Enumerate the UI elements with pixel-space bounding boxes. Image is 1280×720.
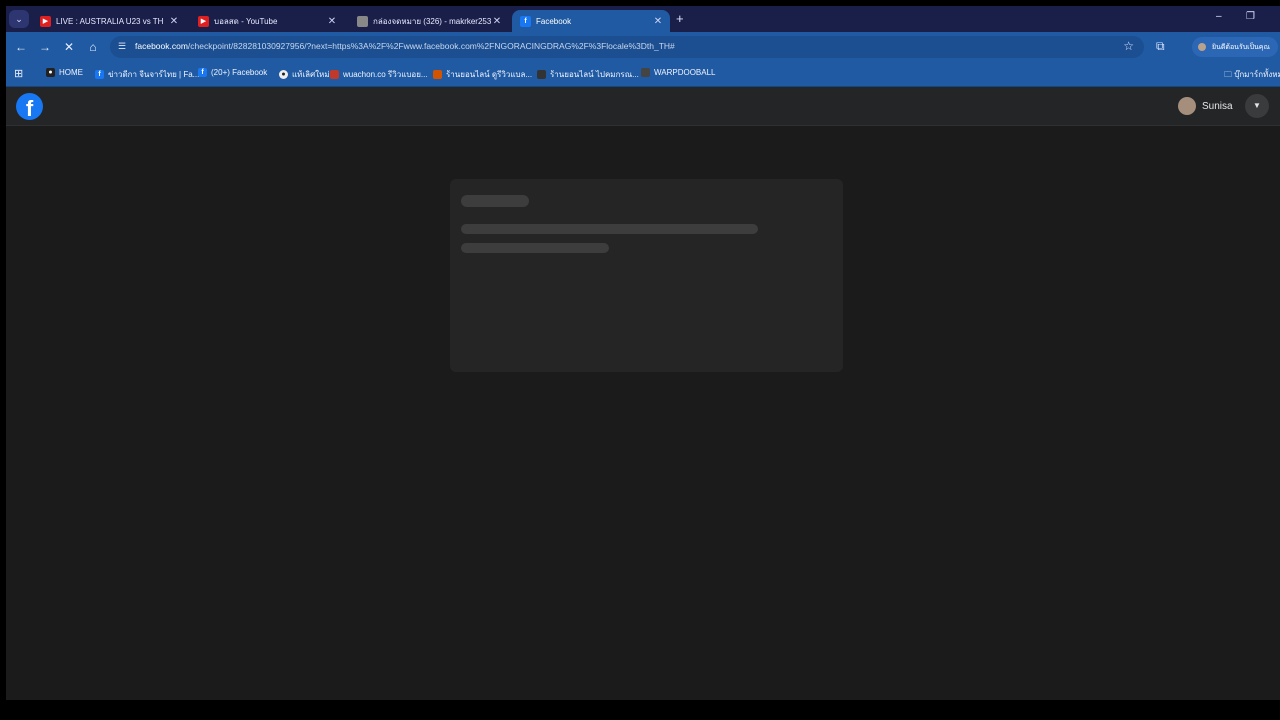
site-icon: ● bbox=[46, 68, 55, 77]
mail-icon bbox=[357, 15, 368, 27]
account-menu-button[interactable]: ▼ bbox=[1245, 94, 1269, 118]
tab-youtube[interactable]: ▶ บอลสด - YouTube ✕ bbox=[190, 10, 344, 32]
tab-title: Facebook bbox=[536, 16, 572, 26]
folder-icon: 🗀 bbox=[1224, 70, 1235, 79]
tab-strip: ⌄ ▶ LIVE : AUSTRALIA U23 vs TH ✕ ▶ บอลสด… bbox=[6, 6, 1280, 32]
site-icon bbox=[641, 68, 650, 77]
user-profile-link[interactable]: Sunisa bbox=[1178, 97, 1233, 115]
bookmark-star-icon[interactable]: ☆ bbox=[1123, 39, 1134, 53]
bookmark-item[interactable]: ร้านยอนไลน์ ไปคมกรณ... bbox=[537, 68, 639, 81]
tab-title: กล่องจดหมาย (326) - makrker253 bbox=[373, 16, 491, 26]
bookmark-item[interactable]: f (20+) Facebook bbox=[198, 68, 267, 77]
minimize-button[interactable]: – bbox=[1216, 11, 1222, 22]
browser-window: ⌄ ▶ LIVE : AUSTRALIA U23 vs TH ✕ ▶ บอลสด… bbox=[6, 6, 1280, 700]
profile-label: ยินดีต้อนรับเป็นคุณ bbox=[1212, 43, 1270, 51]
tab-search-button[interactable]: ⌄ bbox=[9, 10, 29, 28]
home-button[interactable]: ⌂ bbox=[85, 39, 101, 55]
url-text[interactable]: facebook.com/checkpoint/828281030927956/… bbox=[135, 41, 675, 51]
new-tab-button[interactable]: + bbox=[676, 11, 684, 26]
skeleton-title bbox=[461, 195, 529, 207]
close-icon[interactable]: ✕ bbox=[326, 16, 338, 27]
site-icon bbox=[537, 70, 546, 79]
facebook-header: f Sunisa ▼ bbox=[6, 87, 1280, 126]
facebook-icon: f bbox=[198, 68, 207, 77]
bookmark-item[interactable]: f ข่าวดีกา จีนจาร์ไทย | Fa... bbox=[95, 68, 199, 81]
close-icon[interactable]: ✕ bbox=[168, 16, 180, 27]
tab-mail[interactable]: กล่องจดหมาย (326) - makrker253 ✕ bbox=[349, 10, 509, 32]
all-bookmarks-folder[interactable]: 🗀 บุ๊กมาร์กทั้งหมด bbox=[1224, 68, 1280, 83]
profile-avatar bbox=[1198, 43, 1206, 51]
skeleton-line bbox=[461, 243, 609, 253]
tab-title: LIVE : AUSTRALIA U23 vs TH bbox=[56, 16, 164, 26]
extensions-icon[interactable]: ⧉ bbox=[1156, 39, 1165, 54]
stop-loading-button[interactable]: ✕ bbox=[61, 39, 77, 55]
tab-live-australia[interactable]: ▶ LIVE : AUSTRALIA U23 vs TH ✕ bbox=[32, 10, 186, 32]
browser-toolbar: ← → ✕ ⌂ ☰ facebook.com/checkpoint/828281… bbox=[6, 32, 1280, 62]
loading-card bbox=[450, 179, 843, 372]
profile-button[interactable]: ยินดีต้อนรับเป็นคุณ bbox=[1192, 37, 1278, 57]
facebook-icon: f bbox=[95, 70, 104, 79]
bookmark-item[interactable]: ● แท้เลิศใหม่ bbox=[279, 68, 330, 81]
bookmark-item[interactable]: wuachon.co รีวิวแบอย... bbox=[330, 68, 428, 81]
close-icon[interactable]: ✕ bbox=[652, 16, 664, 27]
youtube-icon: ▶ bbox=[40, 15, 51, 27]
bookmarks-bar: ⊞ ● HOME f ข่าวดีกา จีนจาร์ไทย | Fa... f… bbox=[6, 62, 1280, 87]
chevron-down-icon: ⌄ bbox=[15, 13, 23, 24]
back-button[interactable]: ← bbox=[13, 39, 29, 55]
site-icon: ● bbox=[279, 70, 288, 79]
bookmark-home[interactable]: ● HOME bbox=[46, 68, 83, 77]
facebook-logo-icon[interactable]: f bbox=[16, 93, 43, 120]
apps-grid-icon[interactable]: ⊞ bbox=[14, 67, 23, 80]
restore-button[interactable]: ❐ bbox=[1246, 11, 1255, 22]
site-icon bbox=[330, 70, 339, 79]
youtube-icon: ▶ bbox=[198, 15, 209, 27]
site-info-icon[interactable]: ☰ bbox=[118, 41, 126, 52]
user-name: Sunisa bbox=[1202, 100, 1233, 112]
forward-button[interactable]: → bbox=[37, 39, 53, 55]
site-icon bbox=[433, 70, 442, 79]
facebook-icon: f bbox=[520, 15, 531, 27]
address-bar[interactable]: ☰ facebook.com/checkpoint/82828103092795… bbox=[110, 36, 1144, 58]
bookmark-item[interactable]: WARPDOOBALL bbox=[641, 68, 716, 77]
tab-facebook[interactable]: f Facebook ✕ bbox=[512, 10, 670, 32]
caret-down-icon: ▼ bbox=[1253, 101, 1261, 110]
tab-title: บอลสด - YouTube bbox=[214, 16, 278, 26]
close-icon[interactable]: ✕ bbox=[491, 16, 503, 27]
bookmark-item[interactable]: ร้านยอนไลน์ ดูรีวิวแบล... bbox=[433, 68, 532, 81]
avatar bbox=[1178, 97, 1196, 115]
skeleton-line bbox=[461, 224, 758, 234]
